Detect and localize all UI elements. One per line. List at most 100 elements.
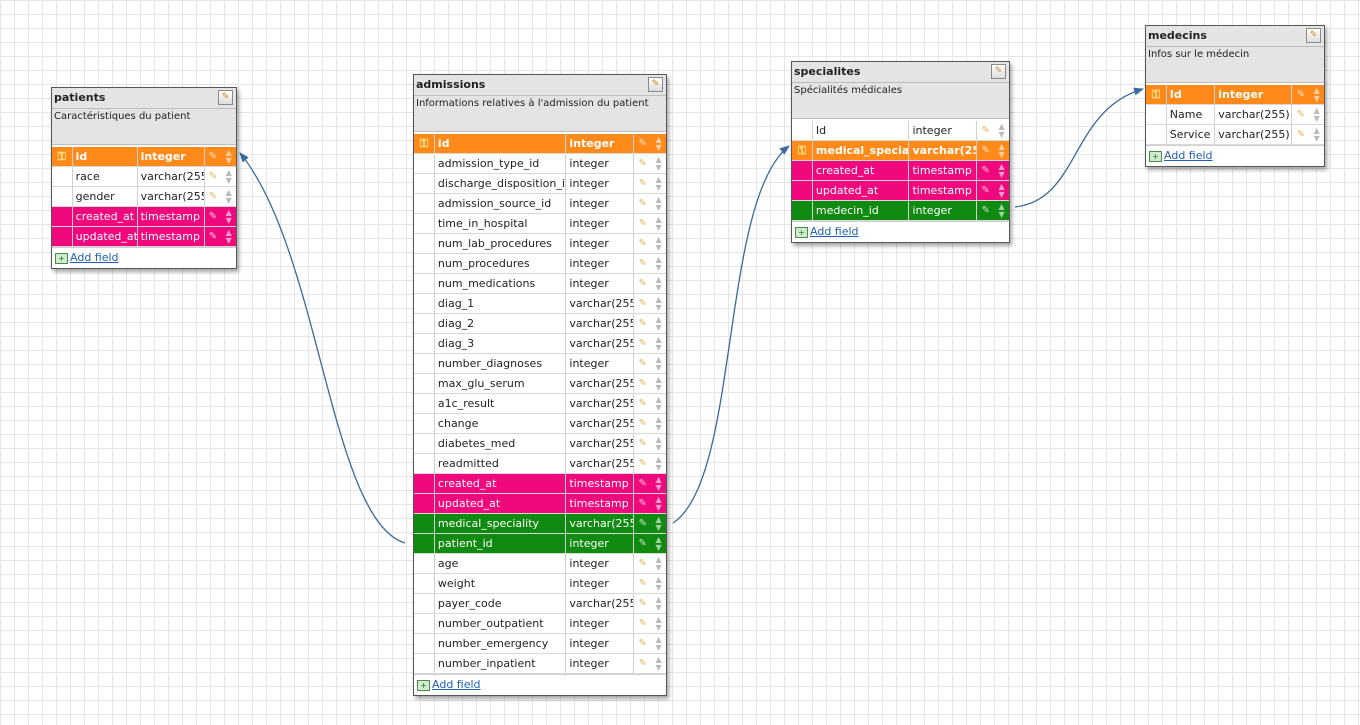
- field-row[interactable]: payer_code varchar(255) ✎ ▲ ▼: [414, 594, 666, 614]
- field-row[interactable]: gendervarchar(255)✎ ▲▼: [52, 187, 236, 207]
- up-down-arrows-icon[interactable]: ▲ ▼: [999, 182, 1005, 199]
- field-row[interactable]: medecin_id integer ✎ ▲ ▼: [792, 201, 1009, 221]
- up-down-arrows-icon[interactable]: ▲ ▼: [656, 615, 662, 632]
- field-row[interactable]: number_emergency integer ✎ ▲ ▼: [414, 634, 666, 654]
- pencil-icon[interactable]: ✎: [638, 314, 646, 333]
- field-row[interactable]: diag_1 varchar(255) ✎ ▲ ▼: [414, 294, 666, 314]
- pencil-icon[interactable]: ✎: [638, 554, 646, 573]
- up-down-arrows-icon[interactable]: ▲ ▼: [656, 655, 662, 672]
- pencil-icon[interactable]: ✎: [638, 154, 646, 173]
- pencil-icon[interactable]: ✎: [981, 141, 989, 160]
- pencil-icon[interactable]: ✎: [638, 194, 646, 213]
- field-row[interactable]: created_at timestamp ✎ ▲ ▼: [792, 161, 1009, 181]
- field-row[interactable]: number_inpatient integer ✎ ▲ ▼: [414, 654, 666, 674]
- pencil-icon[interactable]: ✎: [1297, 105, 1305, 124]
- pencil-icon[interactable]: ✎: [638, 474, 646, 493]
- table-patients[interactable]: patients ✎ Caractéristiques du patient ⚿ id i…: [51, 87, 237, 269]
- pencil-icon[interactable]: ✎: [209, 207, 217, 226]
- pencil-icon[interactable]: ✎: [638, 614, 646, 633]
- pencil-icon[interactable]: ✎: [638, 134, 646, 153]
- up-down-arrows-icon[interactable]: ▲ ▼: [226, 188, 232, 205]
- field-row[interactable]: number_diagnoses integer ✎ ▲ ▼: [414, 354, 666, 374]
- pencil-icon[interactable]: ✎: [209, 147, 217, 166]
- field-row[interactable]: admission_type_id integer ✎ ▲ ▼: [414, 154, 666, 174]
- add-field[interactable]: + Add field: [414, 674, 666, 695]
- field-row[interactable]: ⚿ id integer ✎ ▲ ▼: [414, 134, 666, 154]
- field-row[interactable]: diabetes_med varchar(255) ✎ ▲ ▼: [414, 434, 666, 454]
- add-field[interactable]: + Add field: [52, 247, 236, 268]
- field-row[interactable]: num_procedures integer ✎ ▲ ▼: [414, 254, 666, 274]
- up-down-arrows-icon[interactable]: ▲ ▼: [1314, 86, 1320, 103]
- add-field-link[interactable]: Add field: [70, 251, 119, 264]
- pencil-icon[interactable]: ✎: [981, 201, 989, 220]
- add-field-link[interactable]: Add field: [810, 225, 859, 238]
- add-field-link[interactable]: Add field: [432, 678, 481, 691]
- pencil-icon[interactable]: ✎: [981, 161, 989, 180]
- pencil-icon[interactable]: ✎: [638, 334, 646, 353]
- up-down-arrows-icon[interactable]: ▲ ▼: [656, 395, 662, 412]
- field-row[interactable]: readmitted varchar(255) ✎ ▲ ▼: [414, 454, 666, 474]
- pencil-icon[interactable]: ✎: [638, 514, 646, 533]
- up-down-arrows-icon[interactable]: ▲ ▼: [1314, 106, 1320, 123]
- up-down-arrows-icon[interactable]: ▲ ▼: [656, 135, 662, 152]
- up-down-arrows-icon[interactable]: ▲ ▼: [656, 295, 662, 312]
- pencil-icon[interactable]: ✎: [638, 214, 646, 233]
- field-row[interactable]: ⚿ Id integer ✎ ▲ ▼: [1146, 85, 1324, 105]
- up-down-arrows-icon[interactable]: ▲ ▼: [656, 195, 662, 212]
- field-row[interactable]: num_lab_procedures integer ✎ ▲ ▼: [414, 234, 666, 254]
- up-down-arrows-icon[interactable]: ▲ ▼: [656, 475, 662, 492]
- pencil-icon[interactable]: ✎: [638, 454, 646, 473]
- field-row[interactable]: weight integer ✎ ▲ ▼: [414, 574, 666, 594]
- table-medecins[interactable]: medecins ✎ Infos sur le médecin ⚿ Id integer ✎…: [1145, 25, 1325, 167]
- up-down-arrows-icon[interactable]: ▲ ▼: [656, 415, 662, 432]
- up-down-arrows-icon[interactable]: ▲ ▼: [656, 575, 662, 592]
- up-down-arrows-icon[interactable]: ▲ ▼: [1314, 126, 1320, 143]
- field-row[interactable]: change varchar(255) ✎ ▲ ▼: [414, 414, 666, 434]
- up-down-arrows-icon[interactable]: ▲ ▼: [656, 255, 662, 272]
- field-row[interactable]: Service varchar(255) ✎ ▲ ▼: [1146, 125, 1324, 145]
- pencil-icon[interactable]: ✎: [638, 234, 646, 253]
- up-down-arrows-icon[interactable]: ▲ ▼: [656, 595, 662, 612]
- edit-table-icon[interactable]: ✎: [648, 77, 663, 92]
- pencil-icon[interactable]: ✎: [638, 274, 646, 293]
- up-down-arrows-icon[interactable]: ▲ ▼: [656, 635, 662, 652]
- field-row[interactable]: ⚿medical_specialtyvarchar(255)✎ ▲▼: [792, 141, 1009, 161]
- field-row[interactable]: a1c_result varchar(255) ✎ ▲ ▼: [414, 394, 666, 414]
- up-down-arrows-icon[interactable]: ▲ ▼: [226, 228, 232, 245]
- field-row[interactable]: updated_at timestamp ✎ ▲ ▼: [792, 181, 1009, 201]
- field-row[interactable]: max_glu_serum varchar(255) ✎ ▲ ▼: [414, 374, 666, 394]
- edit-table-icon[interactable]: ✎: [218, 90, 233, 105]
- pencil-icon[interactable]: ✎: [638, 634, 646, 653]
- field-row[interactable]: admission_source_id integer ✎ ▲ ▼: [414, 194, 666, 214]
- pencil-icon[interactable]: ✎: [209, 227, 217, 246]
- edit-table-icon[interactable]: ✎: [1306, 28, 1321, 43]
- pencil-icon[interactable]: ✎: [638, 374, 646, 393]
- pencil-icon[interactable]: ✎: [638, 294, 646, 313]
- table-admissions[interactable]: admissions ✎ Informations relatives à l'ad…: [413, 74, 667, 696]
- add-field-link[interactable]: Add field: [1164, 149, 1213, 162]
- pencil-icon[interactable]: ✎: [209, 167, 217, 186]
- up-down-arrows-icon[interactable]: ▲ ▼: [226, 148, 232, 165]
- field-row[interactable]: num_medications integer ✎ ▲ ▼: [414, 274, 666, 294]
- up-down-arrows-icon[interactable]: ▲ ▼: [999, 162, 1005, 179]
- pencil-icon[interactable]: ✎: [638, 574, 646, 593]
- pencil-icon[interactable]: ✎: [638, 434, 646, 453]
- up-down-arrows-icon[interactable]: ▲ ▼: [656, 155, 662, 172]
- up-down-arrows-icon[interactable]: ▲ ▼: [656, 375, 662, 392]
- up-down-arrows-icon[interactable]: ▲ ▼: [226, 168, 232, 185]
- field-row[interactable]: time_in_hospital integer ✎ ▲ ▼: [414, 214, 666, 234]
- field-row[interactable]: racevarchar(255)✎ ▲▼: [52, 167, 236, 187]
- up-down-arrows-icon[interactable]: ▲ ▼: [656, 455, 662, 472]
- field-row[interactable]: Id integer ✎ ▲ ▼: [792, 121, 1009, 141]
- up-down-arrows-icon[interactable]: ▲ ▼: [656, 175, 662, 192]
- pencil-icon[interactable]: ✎: [1297, 125, 1305, 144]
- field-row[interactable]: updated_at timestamp ✎ ▲ ▼: [52, 227, 236, 247]
- up-down-arrows-icon[interactable]: ▲ ▼: [656, 515, 662, 532]
- field-row[interactable]: created_at timestamp ✎ ▲ ▼: [414, 474, 666, 494]
- add-field[interactable]: + Add field: [792, 221, 1009, 242]
- up-down-arrows-icon[interactable]: ▲ ▼: [656, 495, 662, 512]
- up-down-arrows-icon[interactable]: ▲ ▼: [999, 122, 1005, 139]
- pencil-icon[interactable]: ✎: [638, 594, 646, 613]
- pencil-icon[interactable]: ✎: [638, 394, 646, 413]
- up-down-arrows-icon[interactable]: ▲ ▼: [656, 555, 662, 572]
